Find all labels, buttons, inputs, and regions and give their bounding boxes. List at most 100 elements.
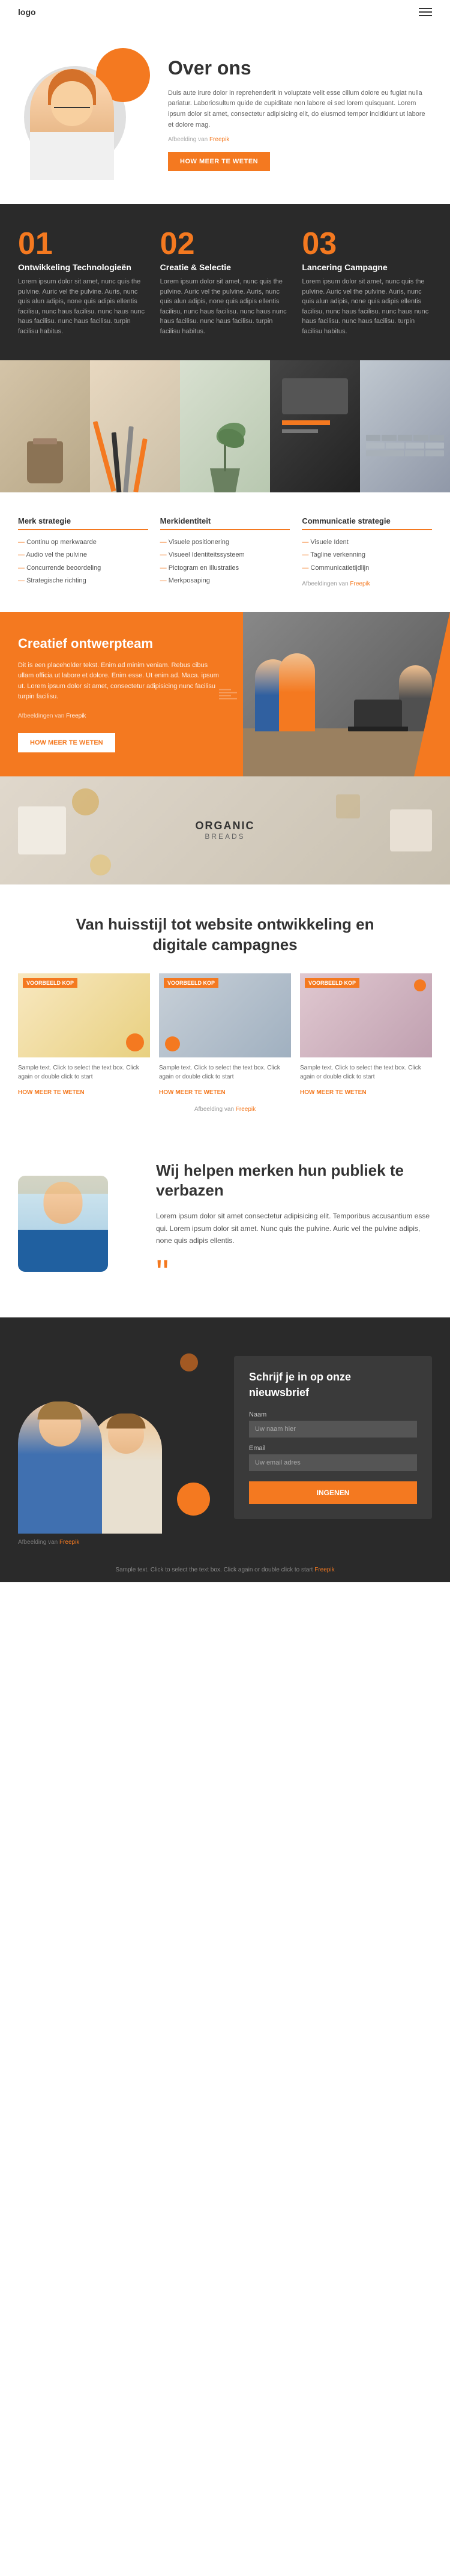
over-ons-cta-button[interactable]: HOW MEER TE WETEN [168,152,270,171]
steps-section: 01 Ontwikkeling Technologieën Lorem ipsu… [0,204,450,360]
team-figures [18,1401,162,1534]
newsletter-area: Schrijf je in op onze nieuwsbrief Naam E… [216,1341,432,1534]
merken-avatar-area [18,1176,138,1272]
step-1: 01 Ontwikkeling Technologieën Lorem ipsu… [18,228,148,336]
creatief-left-panel: Creatief ontwerpteam Dit is een placehol… [0,612,243,776]
over-ons-body: Duis aute irure dolor in reprehenderit i… [168,88,432,130]
newsletter-title: Schrijf je in op onze [249,1371,417,1383]
list-item: Merkposaping [160,575,290,587]
quote-mark: " [156,1259,432,1287]
web-dev-credit: Afbeelding van Freepik [18,1106,432,1113]
card-1-image: VOORBEELD KOP [18,973,150,1057]
step-3-title: Lancering Campagne [302,262,432,272]
team-section: Afbeelding van Freepik Schrijf je in op … [0,1317,450,1558]
hamburger-line-3 [419,15,432,16]
creatief-cta-button[interactable]: HOW MEER TE WETEN [18,733,115,752]
card-1-text: Sample text. Click to select the text bo… [18,1063,150,1081]
step-2-desc: Lorem ipsum dolor sit amet, nunc quis th… [160,277,290,336]
step-3: 03 Lancering Campagne Lorem ipsum dolor … [302,228,432,336]
person-figure-1 [18,1401,102,1534]
merken-person-avatar [18,1176,108,1272]
merken-section: Wij helpen merken hun publiek te verbaze… [0,1131,450,1318]
navigation: logo [0,0,450,24]
creatief-title: Creatief ontwerpteam [18,636,225,652]
newsletter-submit-button[interactable]: INGENEN [249,1481,417,1504]
collage-img-dark-desk [270,360,360,492]
team-persons-area: Afbeelding van Freepik [18,1341,216,1534]
creatief-right-panel [243,612,450,776]
creatief-section: Creatief ontwerpteam Dit is een placehol… [0,612,450,776]
card-2-image: VOORBEELD KOP [159,973,291,1057]
card-1-link[interactable]: HOW MEER TE WETEN [18,1089,85,1096]
list-item: Strategische richting [18,575,148,587]
web-dev-title: Van huisstijl tot website ontwikkeling e… [75,915,375,955]
list-item: Tagline verkenning [302,549,432,561]
collage-img-coffee [0,360,90,492]
strategy-merkidentiteit-list: Visuele positionering Visueel Identiteit… [160,536,290,588]
organic-brand-sub: BREADS [196,832,255,841]
collage-img-keyboard [360,360,450,492]
form-email-input[interactable] [249,1454,417,1471]
strategy-merkidentiteit: Merkidentiteit Visuele positionering Vis… [160,516,290,588]
footer-text: Sample text. Click to select the text bo… [9,1567,441,1573]
web-dev-section: Van huisstijl tot website ontwikkeling e… [0,884,450,1131]
newsletter-box: Schrijf je in op onze nieuwsbrief Naam E… [234,1356,432,1519]
footer-link[interactable]: Freepik [314,1567,334,1573]
strategy-merk-list: Continu op merkwaarde Audio vel the pulv… [18,536,148,588]
organic-section: ORGANIC BREADS [0,776,450,884]
strategy-merk: Merk strategie Continu op merkwaarde Aud… [18,516,148,588]
step-1-desc: Lorem ipsum dolor sit amet, nunc quis th… [18,277,148,336]
step-1-number: 01 [18,228,148,259]
list-item: Visuele positionering [160,536,290,549]
card-1: VOORBEELD KOP Sample text. Click to sele… [18,973,150,1097]
step-2: 02 Creatie & Selectie Lorem ipsum dolor … [160,228,290,336]
organic-item-2 [90,854,111,875]
list-item: Concurrende beoordeling [18,562,148,575]
strategy-communicatie-list: Visuele Ident Tagline verkenning Communi… [302,536,432,575]
card-3-link[interactable]: HOW MEER TE WETEN [300,1089,367,1096]
orange-circle-team [177,1483,210,1516]
collage-img-plant [180,360,270,492]
over-ons-content: Over ons Duis aute irure dolor in repreh… [150,57,432,171]
form-email-group: Email [249,1445,417,1471]
form-name-input[interactable] [249,1421,417,1438]
over-ons-title: Over ons [168,57,432,79]
card-2-label: VOORBEELD KOP [164,978,218,988]
over-ons-credit: Afbeelding van Freepik [168,135,432,145]
footer: Sample text. Click to select the text bo… [0,1558,450,1582]
strategy-merk-title: Merk strategie [18,516,148,530]
card-3: VOORBEELD KOP Sample text. Click to sele… [300,973,432,1097]
card-2: VOORBEELD KOP Sample text. Click to sele… [159,973,291,1097]
list-item: Pictogram en Illustraties [160,562,290,575]
deco-lines [219,689,237,699]
small-circle-team [180,1353,198,1371]
team-img-credit: Afbeelding van Freepik [18,1539,79,1546]
organic-deco-left [18,806,66,854]
strategies-section: Merk strategie Continu op merkwaarde Aud… [0,492,450,612]
card-2-text: Sample text. Click to select the text bo… [159,1063,291,1081]
newsletter-sub: nieuwsbrief [249,1386,417,1399]
step-2-number: 02 [160,228,290,259]
hamburger-line-1 [419,8,432,9]
organic-brand-center: ORGANIC BREADS [196,820,255,841]
form-name-group: Naam [249,1411,417,1438]
card-1-label: VOORBEELD KOP [23,978,77,988]
step-3-desc: Lorem ipsum dolor sit amet, nunc quis th… [302,277,432,336]
merken-body: Lorem ipsum dolor sit amet consectetur a… [156,1210,432,1247]
avatar [30,69,114,180]
list-item: Visuele Ident [302,536,432,549]
hamburger-line-2 [419,11,432,13]
card-3-image: VOORBEELD KOP [300,973,432,1057]
over-ons-image-area [18,48,150,180]
list-item: Visueel Identiteitssysteem [160,549,290,561]
list-item: Communicatietijdlijn [302,562,432,575]
over-ons-section: Over ons Duis aute irure dolor in repreh… [0,24,450,204]
organic-item-3 [336,794,360,818]
cards-container: VOORBEELD KOP Sample text. Click to sele… [18,973,432,1097]
card-2-link[interactable]: HOW MEER TE WETEN [159,1089,226,1096]
organic-item-1 [72,788,99,815]
list-item: Continu op merkwaarde [18,536,148,549]
strategy-communicatie: Communicatie strategie Visuele Ident Tag… [302,516,432,588]
strategy-merkidentiteit-title: Merkidentiteit [160,516,290,530]
hamburger-menu[interactable] [419,8,432,16]
